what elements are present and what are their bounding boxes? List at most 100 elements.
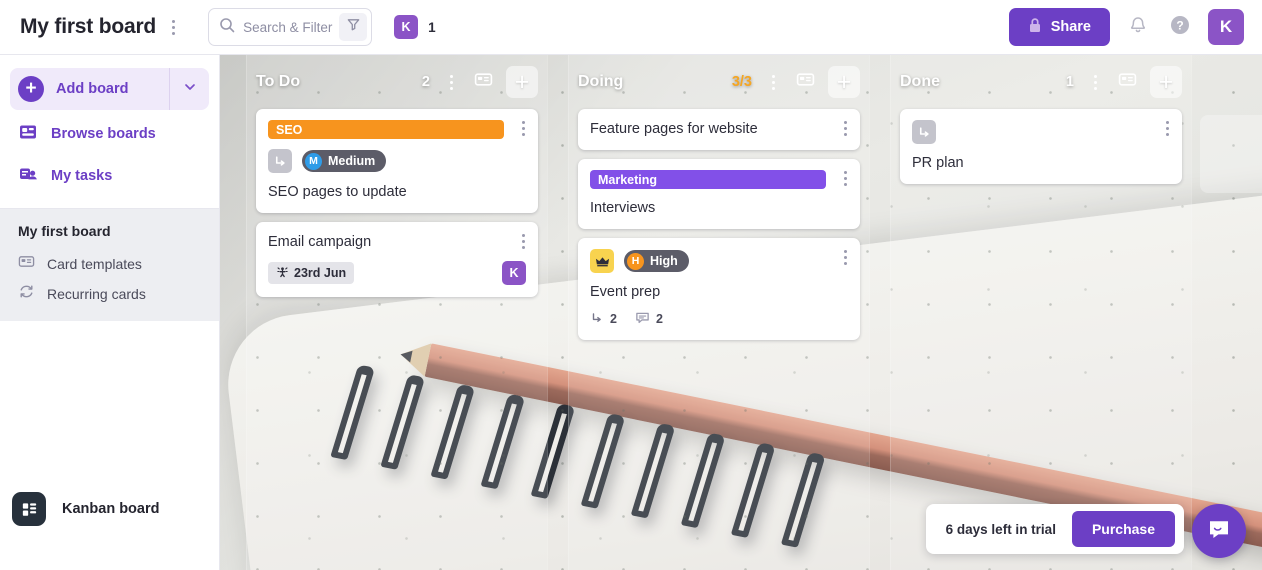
column-menu-button[interactable] xyxy=(442,71,460,93)
board-column-doing: Doing 3/3 + Feature pages for website Ma… xyxy=(558,55,880,570)
avatar[interactable]: K xyxy=(394,15,419,39)
card-label-text: SEO xyxy=(276,122,303,137)
card-menu-button[interactable] xyxy=(514,117,532,139)
boards-grid-icon xyxy=(18,122,38,147)
bell-icon xyxy=(1128,15,1148,40)
card-title: Email campaign xyxy=(268,234,372,251)
search-input[interactable]: Search & Filter xyxy=(243,20,339,35)
priority-label: High xyxy=(650,254,678,269)
column-header: To Do 2 + xyxy=(256,55,538,109)
card-meta: 2 2 xyxy=(590,310,848,328)
card-seo-pages-to-update[interactable]: SEO M Medium SEO pages to update xyxy=(256,109,538,214)
sidebar-item-my-tasks[interactable]: My tasks xyxy=(10,158,209,194)
subtask-arrow-icon xyxy=(912,120,936,144)
filter-button[interactable] xyxy=(339,13,368,41)
card-label: Marketing xyxy=(590,170,826,190)
add-card-button[interactable]: + xyxy=(506,66,538,98)
column-card-list: PR plan xyxy=(900,109,1182,185)
card-menu-button[interactable] xyxy=(836,117,854,139)
card-title: Interviews xyxy=(590,200,656,217)
card-interviews[interactable]: Marketing Interviews xyxy=(578,159,860,230)
sidebar-item-recurring-cards[interactable]: Recurring cards xyxy=(0,279,219,309)
user-avatar[interactable]: K xyxy=(1208,9,1244,45)
column-card-list: SEO M Medium SEO pages to update Email c… xyxy=(256,109,538,298)
add-card-button[interactable]: + xyxy=(828,66,860,98)
card-due-date-text: 23rd Jun xyxy=(294,266,347,281)
plus-circle-icon: + xyxy=(18,76,44,102)
board-members[interactable]: K 1 xyxy=(394,15,436,39)
add-board-dropdown-button[interactable] xyxy=(169,68,209,110)
subtask-arrow-icon xyxy=(268,149,292,173)
column-menu-button[interactable] xyxy=(764,71,782,93)
card-template-icon xyxy=(18,253,35,275)
purchase-button[interactable]: Purchase xyxy=(1071,511,1175,547)
column-card-count: 2 xyxy=(421,74,430,90)
sidebar-section-title: My first board xyxy=(18,223,111,239)
column-menu-button[interactable] xyxy=(1086,71,1104,93)
add-card-button[interactable]: + xyxy=(1150,66,1182,98)
card-feature-pages-for-website[interactable]: Feature pages for website xyxy=(578,109,860,151)
kebab-vertical-icon xyxy=(171,31,175,35)
sidebar-item-browse-boards[interactable]: Browse boards xyxy=(10,116,209,152)
sidebar-kanban-label: Kanban board xyxy=(62,501,160,517)
board-menu-button[interactable] xyxy=(164,16,182,38)
priority-pill-medium: M Medium xyxy=(302,150,387,172)
card-label: SEO xyxy=(268,120,504,139)
sidebar: + Add board Browse boards My tasks My fi… xyxy=(0,55,220,570)
card-menu-button[interactable] xyxy=(836,246,854,268)
card-badges: H High xyxy=(590,249,848,274)
share-button-label: Share xyxy=(1050,19,1091,35)
help-button[interactable]: ? xyxy=(1166,13,1194,41)
card-template-icon xyxy=(474,70,493,94)
kebab-vertical-icon xyxy=(171,25,175,29)
notifications-button[interactable] xyxy=(1124,13,1152,41)
card-due-date[interactable]: 23rd Jun xyxy=(268,262,355,285)
add-board-label: Add board xyxy=(56,81,129,97)
share-button[interactable]: Share xyxy=(1008,8,1110,46)
card-menu-button[interactable] xyxy=(836,167,854,189)
crown-icon xyxy=(590,249,614,274)
card-event-prep[interactable]: H High Event prep 2 2 xyxy=(578,238,860,341)
top-bar-actions: Share ? K xyxy=(1008,8,1262,46)
card-email-campaign[interactable]: Email campaign 23rd Jun K xyxy=(256,222,538,298)
sidebar-item-label: Card templates xyxy=(47,256,142,272)
trial-status-text: 6 days left in trial xyxy=(945,521,1056,537)
add-board-button[interactable]: + Add board xyxy=(10,68,209,110)
sidebar-item-label: Recurring cards xyxy=(47,286,146,302)
card-menu-button[interactable] xyxy=(514,230,532,252)
sidebar-kanban-board-item[interactable]: Kanban board xyxy=(0,492,220,526)
board-canvas: To Do 2 + SEO M Medium SEO pages to upda… xyxy=(220,55,1262,570)
column-template-button[interactable] xyxy=(468,67,498,97)
chat-smile-icon xyxy=(1206,516,1232,547)
sidebar-item-card-templates[interactable]: Card templates xyxy=(0,249,219,279)
column-card-count: 3/3 xyxy=(731,74,752,90)
column-template-button[interactable] xyxy=(790,67,820,97)
column-template-button[interactable] xyxy=(1112,67,1142,97)
trial-banner: 6 days left in trial Purchase xyxy=(925,504,1184,554)
chat-support-button[interactable] xyxy=(1192,504,1246,558)
search-filter-box[interactable]: Search & Filter xyxy=(208,8,373,46)
chevron-down-icon xyxy=(183,80,197,99)
card-title: Event prep xyxy=(590,284,661,301)
sidebar-item-label: My tasks xyxy=(51,168,113,184)
card-pr-plan[interactable]: PR plan xyxy=(900,109,1182,185)
top-bar: My first board Search & Filter K 1 Share xyxy=(0,0,1262,55)
subtask-arrow-icon xyxy=(590,311,604,328)
column-card-count: 1 xyxy=(1065,74,1074,90)
card-subtask-count: 2 xyxy=(590,311,617,328)
card-comment-count: 2 xyxy=(635,310,663,328)
card-title: Feature pages for website xyxy=(590,121,758,137)
card-template-icon xyxy=(796,70,815,94)
board-column-to-do: To Do 2 + SEO M Medium SEO pages to upda… xyxy=(236,55,558,570)
comment-icon xyxy=(635,310,650,328)
recurring-icon xyxy=(18,283,35,305)
card-menu-button[interactable] xyxy=(1158,117,1176,139)
card-assignee-avatar[interactable]: K xyxy=(502,261,526,286)
card-title: PR plan xyxy=(912,155,964,171)
effort-burst-icon xyxy=(276,265,289,281)
column-header: Done 1 + xyxy=(900,55,1182,109)
question-circle-icon: ? xyxy=(1169,14,1191,41)
column-title: To Do xyxy=(256,73,301,90)
kanban-grid-icon xyxy=(12,492,46,526)
card-badges xyxy=(912,120,1170,144)
